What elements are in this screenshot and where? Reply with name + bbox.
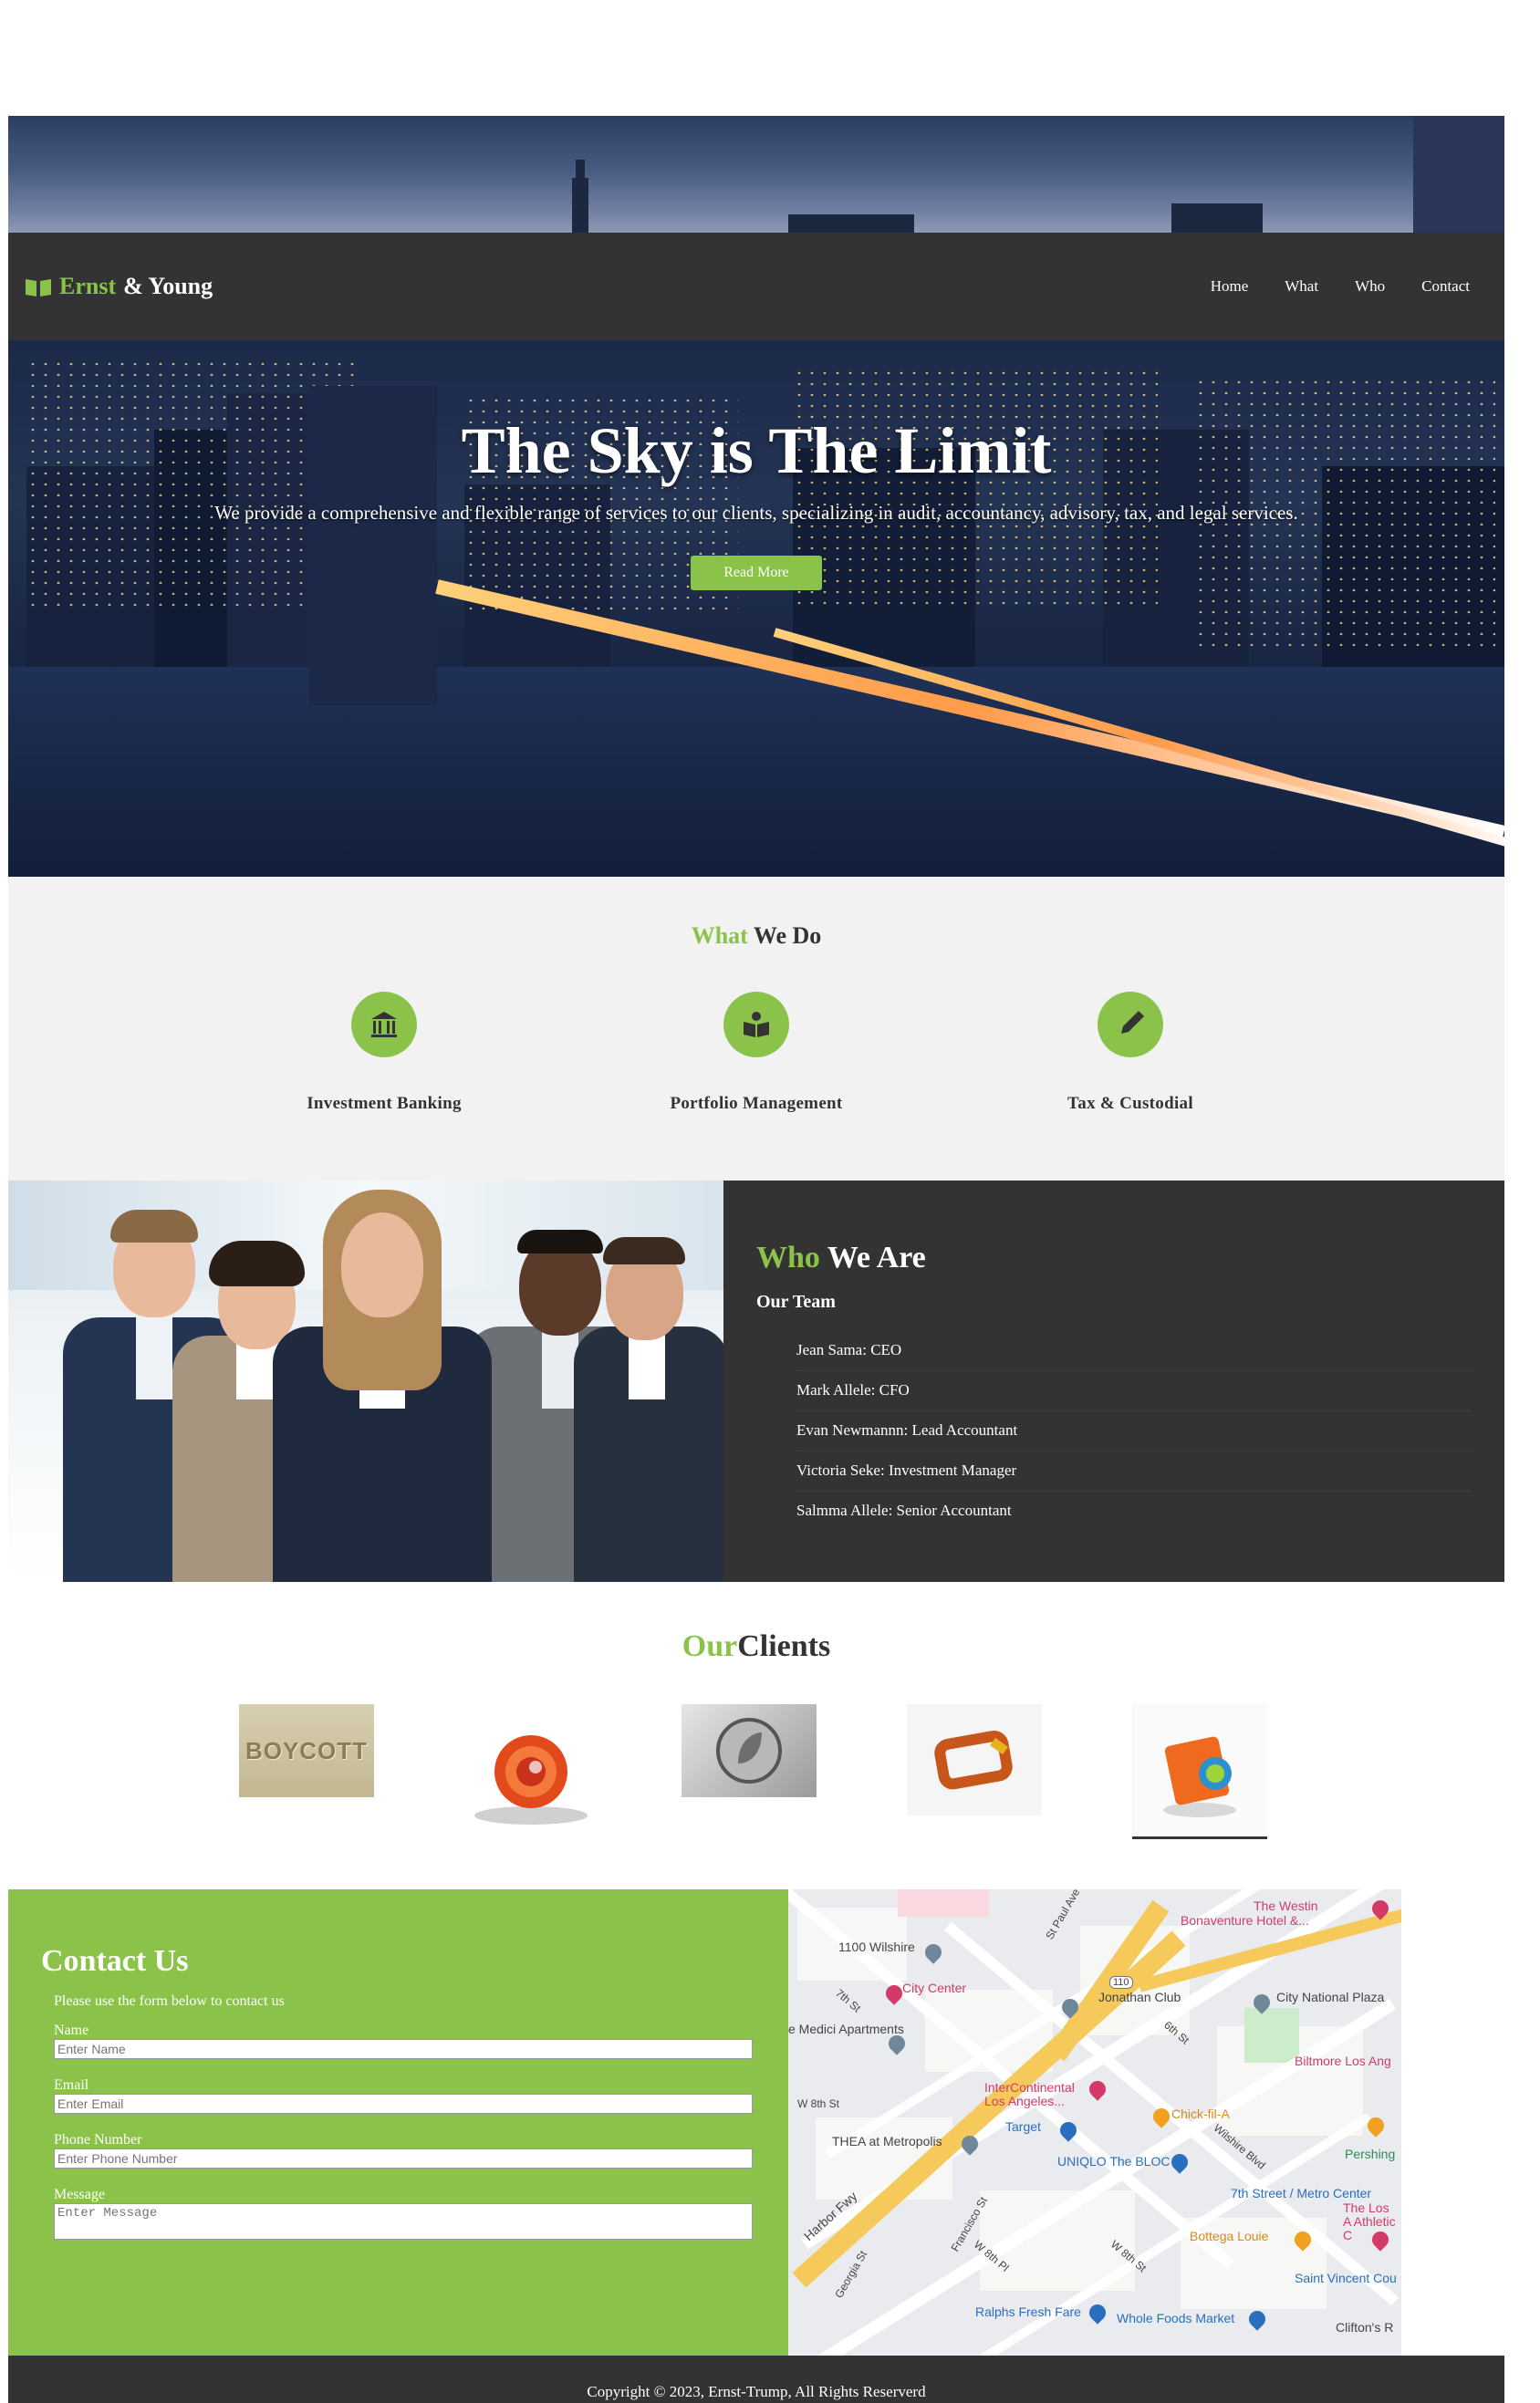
map-label: e Medici Apartments [788, 2022, 904, 2036]
service-label: Portfolio Management [670, 1094, 843, 1113]
client-logo-ring [907, 1704, 1042, 1815]
map-label: Clifton's R [1336, 2320, 1394, 2335]
hero-subtitle: We provide a comprehensive and flexible … [214, 502, 1298, 524]
brand-rest: & Young [123, 273, 213, 299]
map-label: 110 [1109, 1976, 1133, 1989]
map-label: Chick-fil-A [1171, 2107, 1230, 2121]
name-label: Name [54, 2023, 89, 2038]
what-title-rest: We Do [753, 922, 822, 949]
copyright-text: Copyright © 2023, Ernst-Trump, All Right… [587, 2383, 926, 2400]
nav-link-contact[interactable]: Contact [1403, 277, 1488, 296]
hero-title: The Sky is The Limit [461, 414, 1052, 487]
service-tax-custodial[interactable]: Tax & Custodial [994, 992, 1267, 1114]
name-field[interactable] [54, 2039, 753, 2059]
book-open-icon [723, 992, 789, 1057]
team-photo [8, 1181, 723, 1582]
phone-field[interactable] [54, 2148, 753, 2169]
book-icon [25, 276, 52, 296]
map-label: UNIQLO The BLOC [1057, 2154, 1171, 2169]
map-label: The Los A Athletic C [1343, 2200, 1396, 2242]
map-pin-icon[interactable] [1245, 2307, 1269, 2331]
phone-label: Phone Number [54, 2132, 142, 2148]
embedded-map[interactable]: The Westin Bonaventure Hotel &... 1100 W… [788, 1889, 1401, 2356]
map-pin-icon[interactable] [1168, 2150, 1191, 2174]
what-title-green: What [691, 922, 748, 949]
message-label: Message [54, 2187, 105, 2202]
contact-note: Please use the form below to contact us [54, 1993, 285, 2009]
client-logo-swirl [472, 1726, 590, 1826]
client-logo-boycott: BOYCOTT [239, 1704, 374, 1797]
client-logo-cube [1132, 1704, 1267, 1839]
service-investment-banking[interactable]: Investment Banking [247, 992, 521, 1114]
hero-content: The Sky is The Limit We provide a compre… [8, 413, 1504, 590]
who-section-title: Who We Are [756, 1241, 1472, 1275]
map-label: Jonathan Club [1098, 1990, 1181, 2004]
who-title-rest: We Are [827, 1241, 926, 1274]
map-label: St Paul Ave [1043, 1889, 1083, 1942]
service-label: Investment Banking [307, 1094, 462, 1113]
map-label: Ralphs Fresh Fare [975, 2304, 1081, 2319]
map-label: Target [1005, 2119, 1041, 2134]
email-field[interactable] [54, 2094, 753, 2114]
clients-title-green: Our [682, 1629, 738, 1663]
what-we-do-section: What We Do Investment Banking Portfolio … [8, 877, 1504, 1181]
brand-logo[interactable]: Ernst & Young [25, 273, 213, 300]
boycott-logo-text: BOYCOTT [245, 1736, 369, 1764]
clients-section: OurClients BOYCOTT [8, 1582, 1504, 1889]
map-label: Pershing [1345, 2147, 1396, 2161]
contact-section: Contact Us Please use the form below to … [8, 1889, 788, 2356]
map-label: THEA at Metropolis [832, 2134, 942, 2148]
read-more-button[interactable]: Read More [691, 556, 822, 590]
team-member: Evan Newmannn: Lead Accountant [796, 1411, 1472, 1451]
hero-section: The Sky is The Limit We provide a compre… [8, 340, 1504, 877]
nav-link-home[interactable]: Home [1192, 277, 1267, 296]
map-label: InterContinental Los Angeles... [984, 2080, 1075, 2108]
team-member: Jean Sama: CEO [796, 1331, 1472, 1371]
team-heading: Our Team [756, 1292, 836, 1312]
service-label: Tax & Custodial [1067, 1094, 1193, 1113]
team-list: Jean Sama: CEO Mark Allele: CFO Evan New… [756, 1331, 1472, 1531]
header-background-image [8, 116, 1504, 233]
bank-icon [351, 992, 417, 1057]
map-pin-icon[interactable] [1086, 2301, 1109, 2325]
map-label: 7th Street / Metro Center [1231, 2186, 1372, 2200]
team-member: Mark Allele: CFO [796, 1371, 1472, 1411]
who-title-green: Who [756, 1241, 820, 1274]
contact-title: Contact Us [41, 1944, 189, 1978]
clients-title-rest: Clients [737, 1629, 831, 1663]
contact-form: Name Email Phone Number Message [41, 2023, 753, 2240]
map-label: W 8th St [797, 2097, 840, 2110]
map-label: Bonaventure Hotel &... [1181, 1913, 1309, 1928]
pencil-icon [1098, 992, 1163, 1057]
map-label: The Westin [1254, 1898, 1318, 1913]
map-label: City National Plaza [1276, 1990, 1385, 2004]
map-label: 1100 Wilshire [838, 1940, 915, 1954]
brand-first-word: Ernst [59, 273, 117, 299]
email-label: Email [54, 2077, 89, 2093]
who-we-are-section: Who We Are Our Team Jean Sama: CEO Mark … [8, 1181, 1504, 1582]
navbar: Ernst & Young Home What Who Contact [8, 233, 1504, 340]
who-panel: Who We Are Our Team Jean Sama: CEO Mark … [723, 1181, 1504, 1582]
what-section-title: What We Do [8, 922, 1504, 950]
map-label: City Center [902, 1981, 967, 1995]
footer: Copyright © 2023, Ernst-Trump, All Right… [8, 2356, 1504, 2403]
clients-section-title: OurClients [8, 1629, 1504, 1664]
team-member: Salmma Allele: Senior Accountant [796, 1502, 1012, 1519]
nav-links: Home What Who Contact [1192, 277, 1488, 296]
map-label: Whole Foods Market [1117, 2311, 1235, 2325]
map-label: Bottega Louie [1190, 2229, 1269, 2243]
map-label: 7th St [833, 1986, 864, 2015]
nav-link-what[interactable]: What [1266, 277, 1337, 296]
message-field[interactable] [54, 2203, 753, 2240]
map-label: Biltmore Los Ang [1295, 2054, 1391, 2068]
team-member: Victoria Seke: Investment Manager [796, 1451, 1472, 1492]
map-pin-icon[interactable] [921, 1940, 945, 1964]
nav-link-who[interactable]: Who [1337, 277, 1403, 296]
map-label: Saint Vincent Cou [1295, 2271, 1397, 2285]
client-logo-leaf [682, 1704, 817, 1797]
service-portfolio-management[interactable]: Portfolio Management [619, 992, 893, 1114]
